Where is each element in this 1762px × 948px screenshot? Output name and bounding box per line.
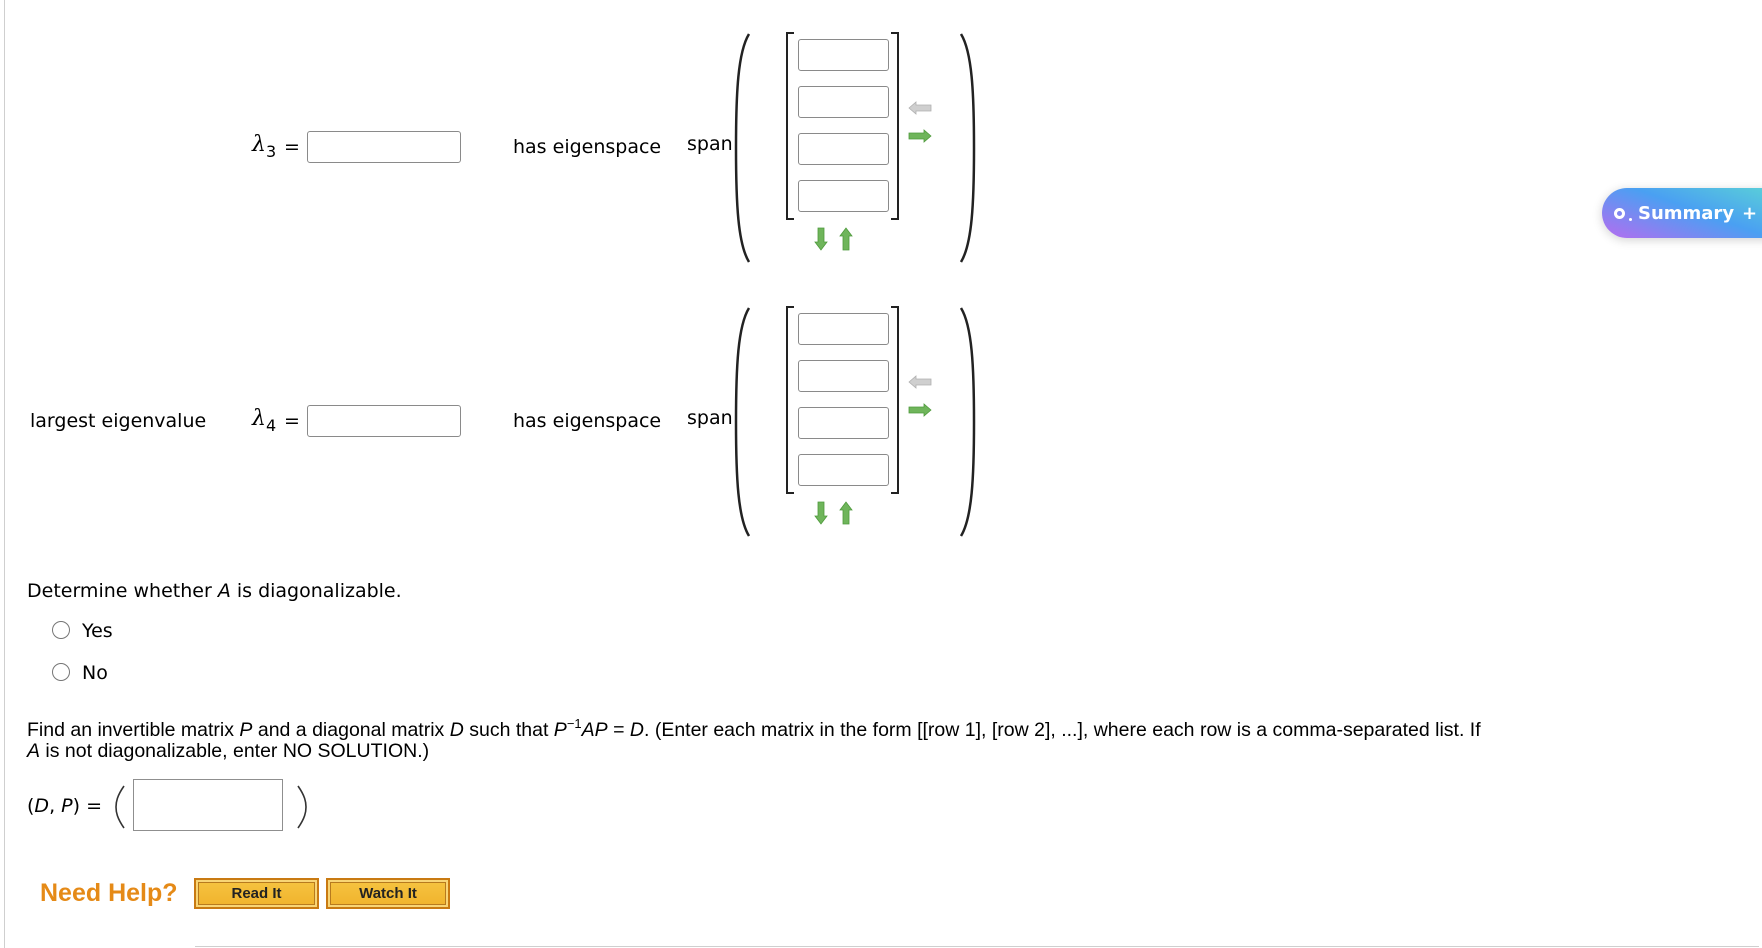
span-label: span <box>687 407 733 429</box>
dp-instructions-line1: Find an invertible matrix P and a diagon… <box>27 716 1481 741</box>
vector-entry-4[interactable] <box>798 180 889 212</box>
lambda3-input[interactable] <box>307 131 461 163</box>
vector-entry-2[interactable] <box>798 360 889 392</box>
vector-entry-1[interactable] <box>798 313 889 345</box>
vector-bracket-left <box>786 32 794 220</box>
summary-logo-dot <box>1629 217 1632 221</box>
add-row-arrow-down-icon[interactable] <box>814 501 828 525</box>
summary-label: Summary <box>1638 202 1735 224</box>
remove-row-arrow-up-icon[interactable] <box>839 501 853 525</box>
add-column-arrow-right-icon[interactable] <box>908 403 932 417</box>
radio-yes-label[interactable]: Yes <box>82 620 113 642</box>
span-label: span <box>687 133 733 155</box>
diagonalizable-question: Determine whether A is diagonalizable. <box>27 580 402 602</box>
vector-entry-2[interactable] <box>798 86 889 118</box>
vector-entry-4[interactable] <box>798 454 889 486</box>
lambda3-equals: = <box>284 136 300 158</box>
dp-answer-input[interactable] <box>133 779 283 831</box>
need-help-label: Need Help? <box>40 879 178 907</box>
vector-entry-1[interactable] <box>798 39 889 71</box>
has-eigenspace-label: has eigenspace <box>513 410 662 432</box>
right-paren-icon <box>959 33 976 263</box>
plus-icon: + <box>1742 202 1758 224</box>
vector-bracket-right <box>891 32 899 220</box>
add-row-arrow-down-icon[interactable] <box>814 227 828 251</box>
content-left-border <box>4 0 5 948</box>
left-paren-icon <box>734 33 751 263</box>
watch-it-button[interactable]: Watch It <box>326 878 450 909</box>
summary-button[interactable]: Summary + <box>1602 188 1762 238</box>
summary-logo-icon <box>1614 207 1625 219</box>
left-paren-icon <box>734 307 751 537</box>
remove-row-arrow-up-icon[interactable] <box>839 227 853 251</box>
answer-right-paren-icon <box>297 785 307 829</box>
content-bottom-border <box>195 946 1759 947</box>
radio-no[interactable] <box>52 663 70 681</box>
read-it-button[interactable]: Read It <box>194 878 319 909</box>
remove-column-arrow-left-icon[interactable] <box>908 375 932 389</box>
vector-bracket-left <box>786 306 794 494</box>
vector-bracket-right <box>891 306 899 494</box>
radio-no-label[interactable]: No <box>82 662 108 684</box>
lambda4-symbol: λ4 <box>252 406 277 436</box>
largest-eigenvalue-label: largest eigenvalue <box>30 410 207 432</box>
has-eigenspace-label: has eigenspace <box>513 136 662 158</box>
lambda3-symbol: λ3 <box>252 132 277 162</box>
dp-answer-label: (D, P) = <box>27 795 102 817</box>
answer-left-paren-icon <box>115 785 125 829</box>
remove-column-arrow-left-icon[interactable] <box>908 101 932 115</box>
radio-yes[interactable] <box>52 621 70 639</box>
add-column-arrow-right-icon[interactable] <box>908 129 932 143</box>
lambda4-equals: = <box>284 410 300 432</box>
lambda4-input[interactable] <box>307 405 461 437</box>
vector-entry-3[interactable] <box>798 407 889 439</box>
right-paren-icon <box>959 307 976 537</box>
vector-entry-3[interactable] <box>798 133 889 165</box>
dp-instructions-line2: A is not diagonalizable, enter NO SOLUTI… <box>27 740 430 762</box>
